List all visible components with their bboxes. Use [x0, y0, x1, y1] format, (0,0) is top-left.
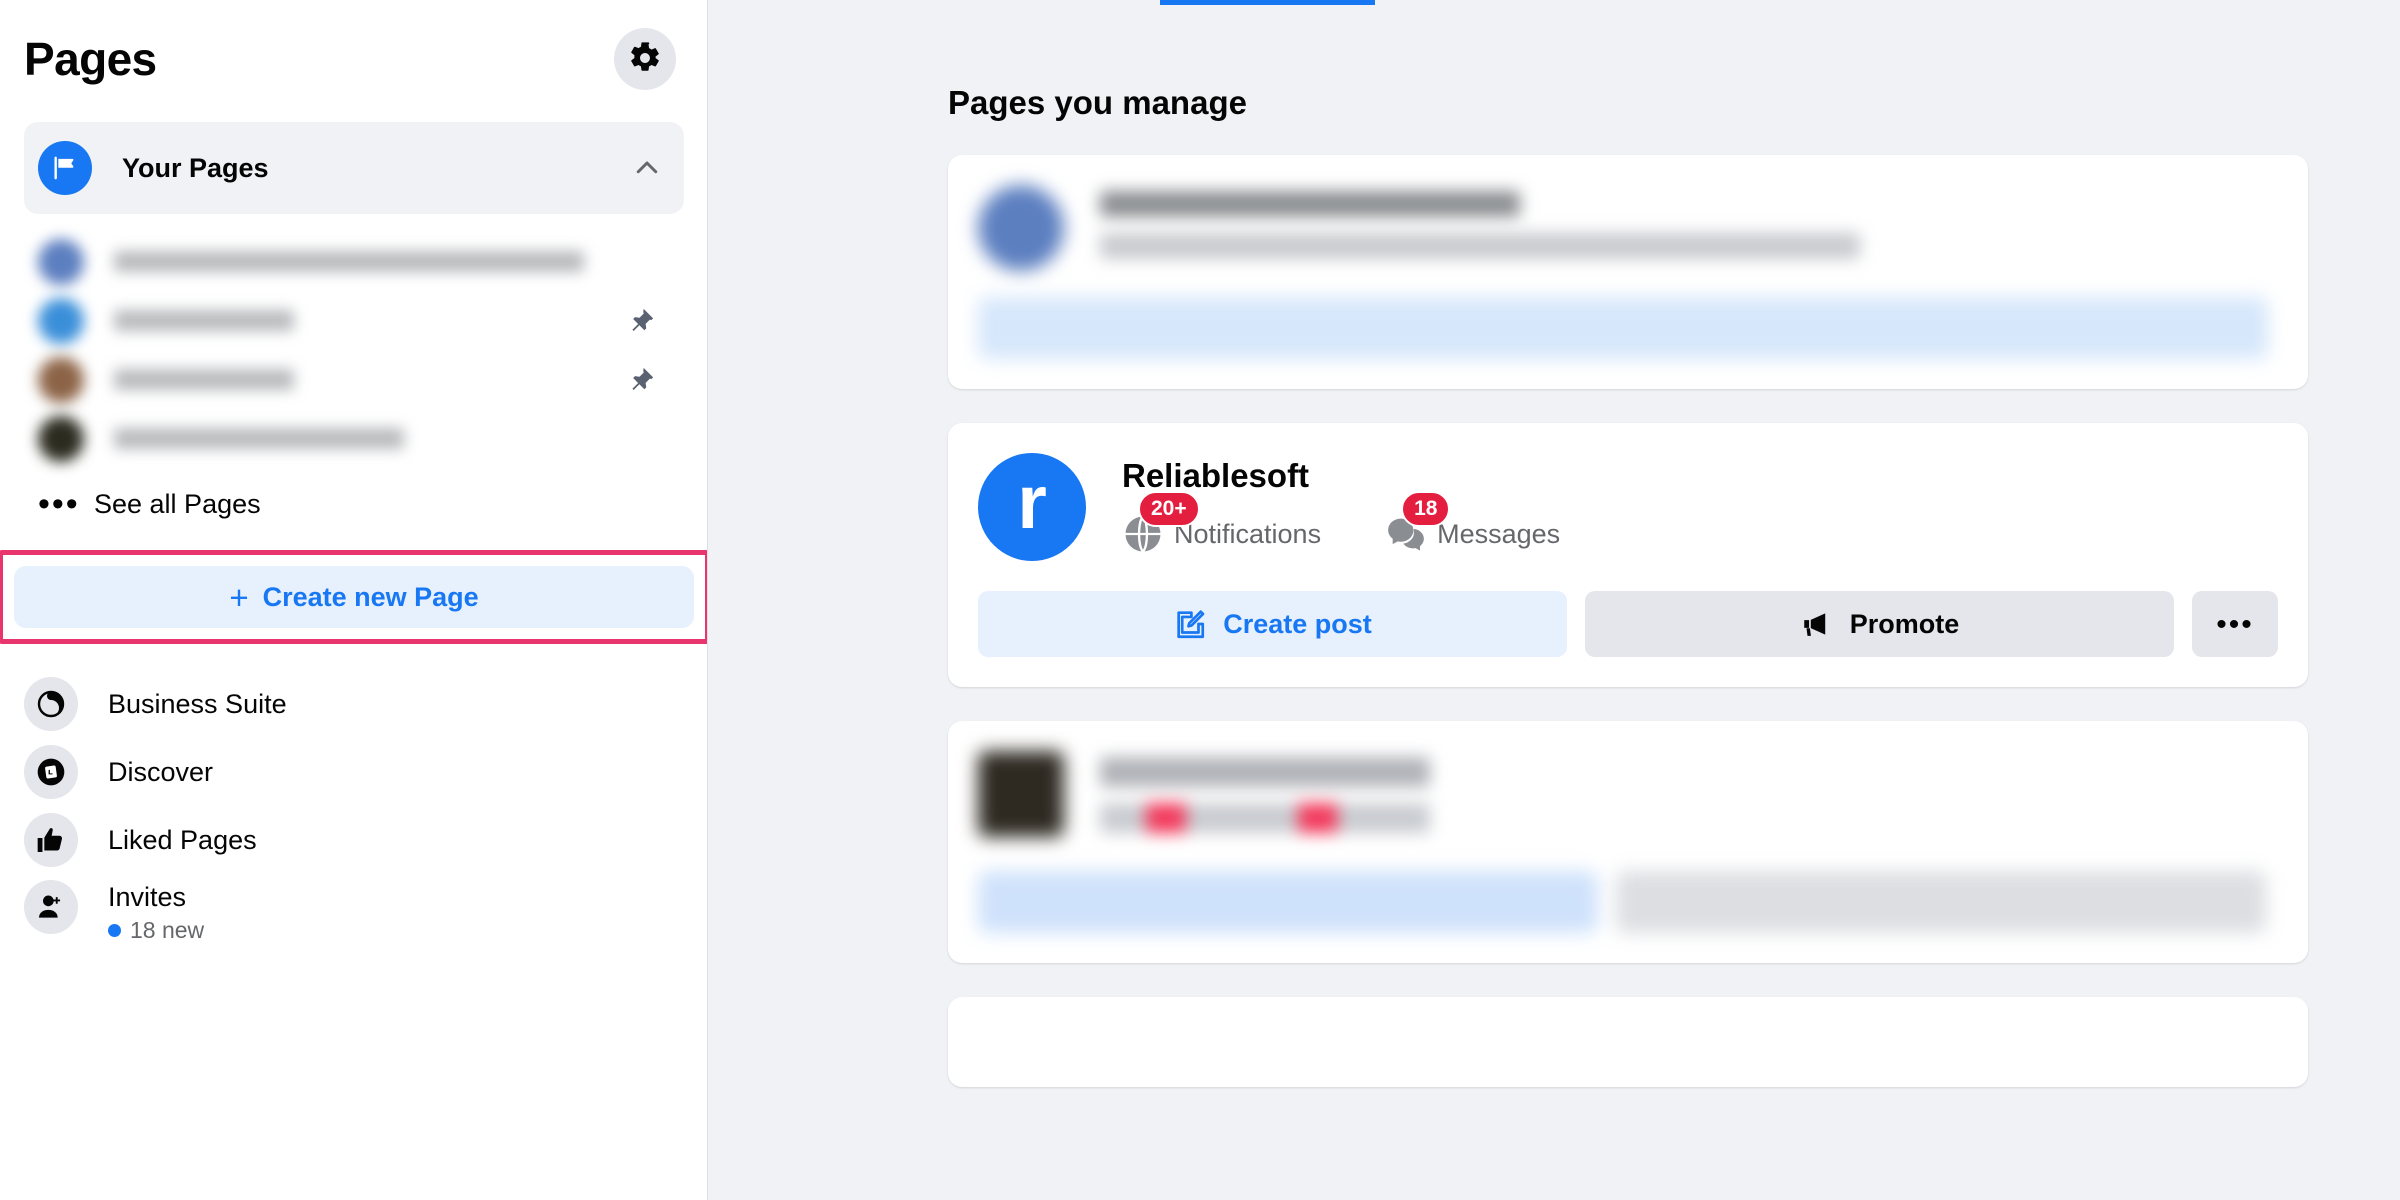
- pin-icon[interactable]: [626, 306, 656, 336]
- card-actions: Create post Promote •••: [978, 591, 2278, 657]
- list-item[interactable]: [24, 232, 684, 291]
- notifications-badge: 20+: [1138, 491, 1200, 528]
- avatar: [38, 415, 84, 462]
- thumbs-up-icon: [24, 813, 78, 867]
- page-card-reliablesoft[interactable]: r Reliablesoft 20+ Notifications 18 Mess…: [948, 423, 2308, 687]
- page-name-redacted: [114, 369, 294, 390]
- invites-count-label: 18 new: [130, 917, 205, 943]
- chevron-up-icon[interactable]: [632, 153, 662, 183]
- discover-icon: [24, 745, 78, 799]
- avatar: [978, 185, 1064, 271]
- list-item[interactable]: [24, 350, 684, 409]
- flag-icon: [38, 141, 92, 195]
- create-post-label: Create post: [1223, 608, 1372, 639]
- more-options-button[interactable]: •••: [2192, 591, 2278, 657]
- sidebar: Pages Your Pages ••• See all Pages + Cre…: [0, 0, 708, 1200]
- page-name-redacted: [1100, 757, 1430, 787]
- sidebar-item-label: Discover: [108, 756, 214, 787]
- sidebar-item-your-pages[interactable]: Your Pages: [24, 122, 684, 214]
- pages-you-manage-panel: Pages you manage r Reliablesoft 20+ Noti…: [948, 0, 2308, 1087]
- megaphone-icon: [1800, 607, 1834, 641]
- card-text-block: [1100, 185, 2278, 275]
- card-header: [978, 751, 2278, 849]
- card-action-redacted[interactable]: [978, 871, 1598, 933]
- notifications-stat[interactable]: 20+ Notifications: [1122, 491, 1322, 555]
- create-new-page-button[interactable]: + Create new Page: [14, 566, 694, 628]
- your-pages-list: [24, 214, 684, 468]
- create-post-button[interactable]: Create post: [978, 591, 1567, 657]
- messages-badge: 18: [1401, 491, 1451, 528]
- page-name-redacted: [114, 251, 584, 272]
- business-suite-icon: [24, 677, 78, 731]
- page-name-redacted: [1100, 191, 1520, 217]
- list-item[interactable]: [24, 409, 684, 468]
- page-meta-redacted: [1100, 803, 1430, 833]
- compose-icon: [1173, 607, 1207, 641]
- gear-icon: [628, 41, 662, 78]
- sidebar-item-text: Liked Pages: [108, 825, 257, 856]
- sidebar-item-label: Business Suite: [108, 688, 287, 719]
- page-card-redacted-partial[interactable]: [948, 997, 2308, 1087]
- avatar: [978, 751, 1064, 837]
- page-card-redacted[interactable]: [948, 155, 2308, 389]
- page-name-redacted: [114, 428, 404, 449]
- sidebar-item-text: Invites 18 new: [108, 882, 204, 944]
- sidebar-item-label: Invites: [108, 882, 187, 912]
- messages-label: Messages: [1437, 518, 1561, 549]
- settings-button[interactable]: [614, 28, 676, 90]
- create-page-highlight: + Create new Page: [0, 550, 708, 644]
- sidebar-item-label: Liked Pages: [108, 824, 257, 855]
- sidebar-nav: Business Suite Discover Liked Pages Invi…: [24, 644, 684, 970]
- ellipsis-icon: •••: [2216, 607, 2254, 641]
- promote-button[interactable]: Promote: [1585, 591, 2174, 657]
- card-action-redacted[interactable]: [1616, 871, 2266, 933]
- card-stats: 20+ Notifications 18 Messages: [1122, 491, 1561, 555]
- person-add-icon: [24, 880, 78, 934]
- promote-label: Promote: [1849, 608, 1960, 639]
- plus-icon: +: [229, 578, 249, 616]
- status-dot: [108, 924, 121, 937]
- create-new-page-label: Create new Page: [262, 581, 479, 612]
- card-actions: [978, 871, 2278, 933]
- messenger-chat-icon: 18: [1385, 491, 1451, 555]
- card-header: [978, 185, 2278, 275]
- page-title: Pages: [24, 33, 157, 85]
- page-meta-redacted: [1100, 233, 1860, 259]
- avatar: [38, 297, 84, 344]
- sidebar-item-text: Discover: [108, 757, 213, 788]
- avatar: [38, 238, 84, 285]
- pages-app: Pages Your Pages ••• See all Pages + Cre…: [0, 0, 2400, 1200]
- card-header: r Reliablesoft 20+ Notifications 18 Mess…: [978, 453, 2278, 561]
- active-tab-indicator: [1160, 0, 1375, 5]
- card-actions: [978, 297, 2278, 359]
- pin-icon[interactable]: [626, 365, 656, 395]
- messages-stat[interactable]: 18 Messages: [1385, 491, 1561, 555]
- see-all-pages-label: See all Pages: [94, 488, 261, 519]
- see-all-pages-button[interactable]: ••• See all Pages: [24, 468, 684, 540]
- notifications-label: Notifications: [1174, 518, 1322, 549]
- main-content: Pages you manage r Reliablesoft 20+ Noti…: [708, 0, 2400, 1200]
- invites-badge: 18 new: [108, 917, 204, 944]
- card-text-block: [1100, 751, 2278, 849]
- sidebar-header: Pages: [24, 0, 684, 118]
- notifications-globe-icon: 20+: [1122, 491, 1200, 555]
- sidebar-item-liked-pages[interactable]: Liked Pages: [24, 806, 684, 874]
- avatar: r: [978, 453, 1086, 561]
- sidebar-item-discover[interactable]: Discover: [24, 738, 684, 806]
- avatar: [38, 356, 84, 403]
- sidebar-item-invites[interactable]: Invites 18 new: [24, 874, 684, 970]
- section-title: Pages you manage: [948, 84, 1247, 121]
- ellipsis-icon: •••: [38, 484, 80, 523]
- card-info: Reliablesoft 20+ Notifications 18 Messag…: [1122, 453, 1560, 555]
- page-card-redacted[interactable]: [948, 721, 2308, 963]
- list-item[interactable]: [24, 291, 684, 350]
- sidebar-item-business-suite[interactable]: Business Suite: [24, 670, 684, 738]
- sidebar-item-text: Business Suite: [108, 689, 287, 720]
- page-name: Reliablesoft: [1122, 457, 1310, 494]
- page-name-redacted: [114, 310, 294, 331]
- sidebar-item-label: Your Pages: [122, 152, 269, 183]
- card-action-redacted[interactable]: [978, 297, 2268, 359]
